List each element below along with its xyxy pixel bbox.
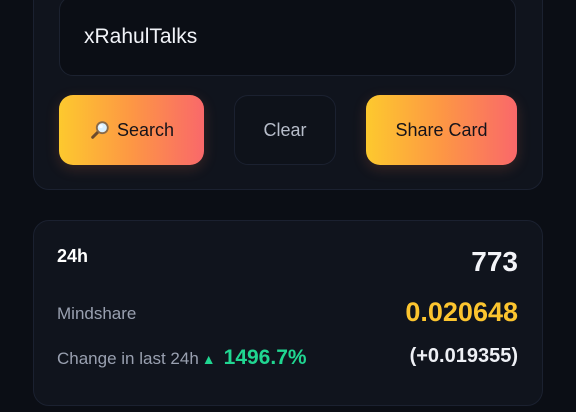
magnifier-icon bbox=[91, 121, 109, 139]
change-percent: 1496.7% bbox=[223, 346, 307, 369]
username-input-box[interactable] bbox=[59, 0, 516, 76]
up-arrow-icon: ▲ bbox=[201, 351, 216, 367]
clear-button[interactable]: Clear bbox=[234, 95, 336, 165]
share-card-button[interactable]: Share Card bbox=[366, 95, 517, 165]
search-button[interactable]: Search bbox=[59, 95, 204, 165]
share-card-button-label: Share Card bbox=[395, 119, 488, 140]
change-row: Change in last 24h ▲ 1496.7% bbox=[57, 346, 307, 370]
rank-value: 773 bbox=[471, 246, 518, 277]
mindshare-value: 0.020648 bbox=[405, 297, 518, 327]
search-button-label: Search bbox=[116, 119, 175, 140]
change-absolute: (+0.019355) bbox=[409, 345, 518, 367]
clear-button-label: Clear bbox=[263, 119, 307, 140]
mindshare-label: Mindshare bbox=[57, 304, 137, 323]
change-label: Change in last 24h bbox=[57, 349, 199, 368]
username-input[interactable] bbox=[84, 23, 484, 51]
period-label: 24h bbox=[57, 246, 89, 266]
stats-card: 24h 773 Mindshare 0.020648 Change in las… bbox=[33, 220, 543, 406]
